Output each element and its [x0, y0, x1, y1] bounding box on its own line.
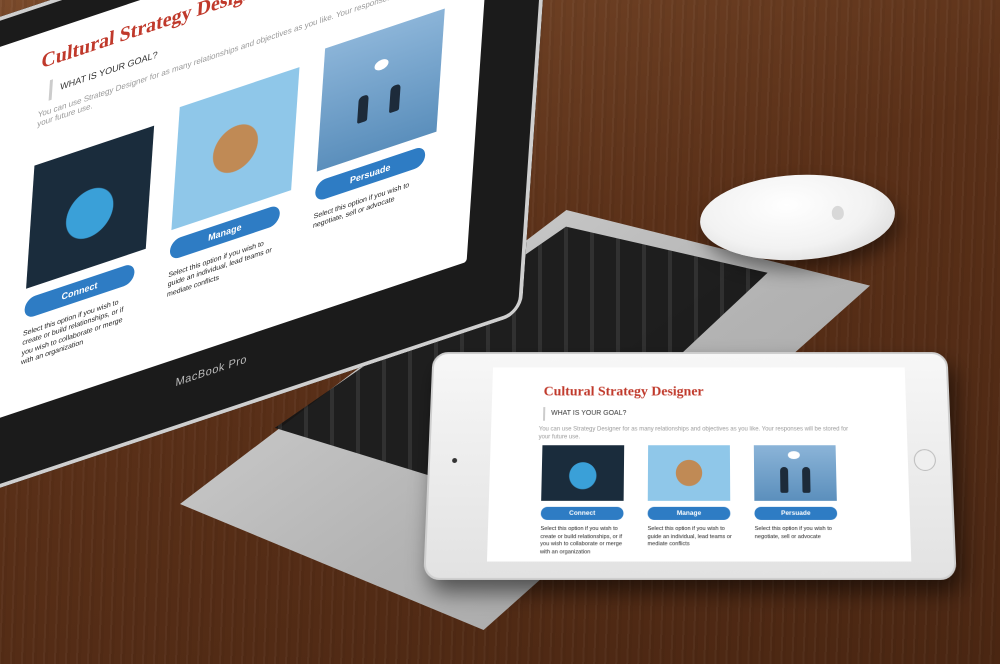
intro-text: You can use Strategy Designer for as man…: [539, 426, 858, 442]
manage-button[interactable]: Manage: [648, 507, 731, 520]
globe-network-illustration: [541, 445, 624, 501]
tablet-screen: Cultural Strategy Designer WHAT IS YOUR …: [487, 367, 911, 561]
tablet: Cultural Strategy Designer WHAT IS YOUR …: [423, 352, 956, 580]
handshake-illustration: [754, 445, 837, 501]
option-card-manage: Manage Select this option if you wish to…: [167, 67, 300, 300]
person-figure: [802, 467, 810, 493]
option-card-persuade: Persuade Select this option if you wish …: [754, 445, 846, 541]
person-figure: [357, 94, 369, 124]
connect-button[interactable]: Connect: [541, 507, 624, 520]
speech-bubble-icon: [374, 57, 389, 72]
team-table-illustration: [171, 67, 299, 230]
globe-network-illustration: [26, 126, 154, 289]
team-table-illustration: [648, 445, 730, 501]
connect-description: Select this option if you wish to create…: [540, 526, 630, 557]
option-card-connect: Connect Select this option if you wish t…: [540, 445, 632, 556]
goal-heading: WHAT IS YOUR GOAL?: [543, 407, 849, 421]
persuade-button[interactable]: Persuade: [754, 507, 837, 520]
option-card-manage: Manage Select this option if you wish to…: [647, 445, 738, 549]
handshake-illustration: [317, 9, 445, 172]
speech-bubble-icon: [788, 451, 800, 459]
manage-description: Select this option if you wish to guide …: [647, 526, 736, 549]
persuade-description: Select this option if you wish to negoti…: [755, 526, 844, 541]
person-figure: [389, 83, 401, 113]
camera-icon: [452, 458, 457, 463]
home-button[interactable]: [913, 449, 936, 471]
person-figure: [780, 467, 788, 493]
option-card-connect: Connect Select this option if you wish t…: [21, 126, 155, 369]
page-title: Cultural Strategy Designer: [543, 385, 703, 400]
apple-logo-icon: [831, 206, 844, 221]
option-card-persuade: Persuade Select this option if you wish …: [313, 9, 445, 232]
